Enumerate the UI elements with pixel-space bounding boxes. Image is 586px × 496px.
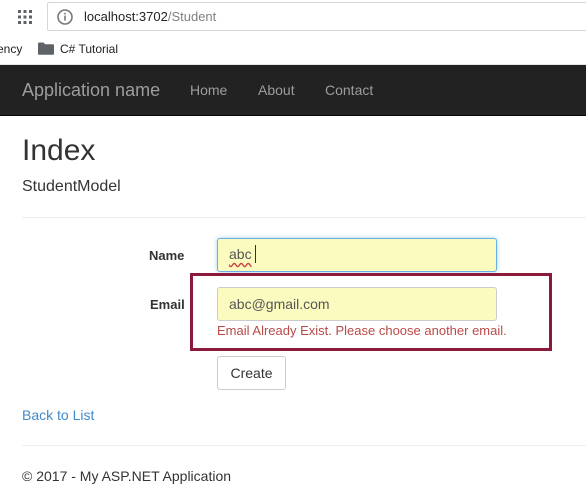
divider [22, 217, 586, 218]
url-field[interactable]: localhost:3702/Student [47, 2, 586, 31]
browser-window: localhost:3702/Student ency C# Tutorial … [0, 0, 586, 496]
name-label: Name [149, 248, 185, 263]
nav-link-home[interactable]: Home [190, 82, 227, 98]
bookmark-item-csharp-tutorial[interactable]: C# Tutorial [60, 42, 118, 56]
bookmarks-bar: ency C# Tutorial [0, 34, 586, 65]
email-input[interactable] [217, 287, 497, 321]
email-label: Email [150, 297, 185, 312]
address-bar: localhost:3702/Student [0, 0, 586, 34]
apps-grid-icon[interactable] [17, 9, 33, 25]
url-path: /Student [167, 9, 217, 24]
page-subtitle: StudentModel [22, 178, 121, 195]
site-info-icon[interactable] [57, 9, 73, 25]
url-host: localhost:3702 [84, 9, 168, 24]
page-title: Index [22, 134, 96, 167]
name-input[interactable] [217, 238, 497, 272]
footer-text: © 2017 - My ASP.NET Application [22, 468, 232, 484]
navbar: Application name Home About Contact [0, 65, 586, 116]
navbar-brand[interactable]: Application name [22, 80, 160, 101]
url-text: localhost:3702/Student [84, 9, 216, 24]
nav-link-about[interactable]: About [258, 82, 295, 98]
create-button[interactable]: Create [217, 356, 286, 390]
email-validation-error: Email Already Exist. Please choose anoth… [217, 323, 507, 338]
text-caret [255, 245, 256, 263]
back-to-list-link[interactable]: Back to List [22, 407, 94, 423]
folder-icon[interactable] [38, 42, 54, 55]
bookmark-item-truncated[interactable]: ency [0, 42, 22, 56]
footer-divider [22, 445, 586, 446]
nav-link-contact[interactable]: Contact [325, 82, 373, 98]
